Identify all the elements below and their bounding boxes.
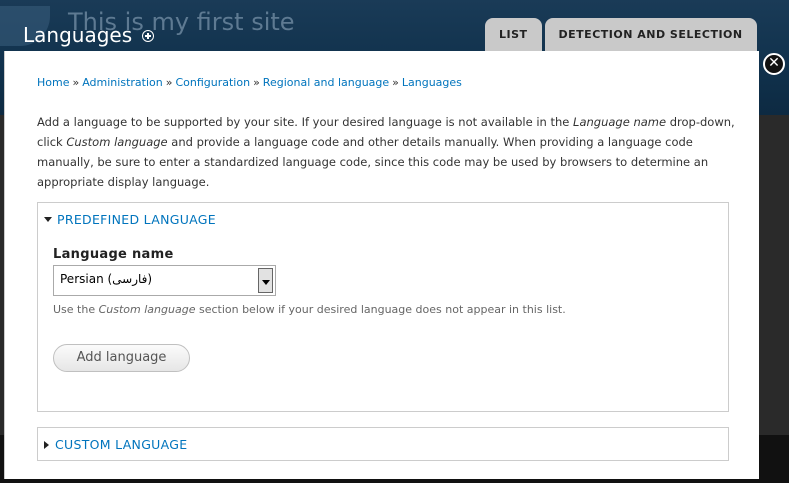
- help-text-emphasis: Custom language: [66, 135, 168, 149]
- add-shortcut-icon[interactable]: [142, 30, 155, 42]
- tab-list[interactable]: LIST: [485, 18, 542, 51]
- description-part: Use the: [53, 303, 99, 316]
- custom-language-toggle[interactable]: CUSTOM LANGUAGE: [44, 437, 187, 452]
- custom-language-legend: CUSTOM LANGUAGE: [55, 437, 188, 452]
- overlay-dialog: Home» Administration» Configuration» Region…: [4, 51, 759, 479]
- breadcrumb-home[interactable]: Home: [37, 76, 69, 89]
- predefined-language-toggle[interactable]: PREDEFINED LANGUAGE: [44, 212, 216, 227]
- breadcrumb-separator: »: [392, 76, 399, 89]
- breadcrumb-administration[interactable]: Administration: [82, 76, 163, 89]
- breadcrumb: Home» Administration» Configuration» Region…: [37, 76, 462, 89]
- page-title: Languages: [23, 23, 133, 47]
- breadcrumb-configuration[interactable]: Configuration: [175, 76, 250, 89]
- language-name-label: Language name: [53, 247, 174, 262]
- dropdown-arrow-icon[interactable]: [258, 268, 273, 293]
- breadcrumb-separator: »: [72, 76, 80, 89]
- description-part: section below if your desired language d…: [195, 303, 566, 316]
- description-emphasis: Custom language: [98, 303, 196, 316]
- language-name-selected-value: Persian (فارسی): [60, 272, 153, 286]
- close-overlay-button[interactable]: ✕: [763, 53, 785, 75]
- tab-detection-and-selection[interactable]: DETECTION AND SELECTION: [544, 18, 757, 51]
- overlay-title-bar: Languages: [0, 18, 155, 52]
- language-name-select[interactable]: Persian (فارسی): [53, 265, 276, 296]
- help-text: Add a language to be supported by your s…: [37, 112, 737, 192]
- collapse-arrow-icon: [44, 217, 52, 222]
- breadcrumb-languages[interactable]: Languages: [402, 76, 462, 89]
- secondary-tabs: LIST DETECTION AND SELECTION: [485, 18, 757, 51]
- breadcrumb-separator: »: [165, 76, 173, 89]
- breadcrumb-regional-and-language[interactable]: Regional and language: [263, 76, 389, 89]
- breadcrumb-separator: »: [253, 76, 260, 89]
- help-text-emphasis: Language name: [573, 115, 667, 129]
- language-name-description: Use the Custom language section below if…: [53, 303, 566, 316]
- add-language-button[interactable]: Add language: [53, 344, 190, 372]
- predefined-language-fieldset: PREDEFINED LANGUAGE Language name Persia…: [37, 202, 729, 412]
- predefined-language-legend: PREDEFINED LANGUAGE: [57, 212, 216, 227]
- help-text-part: Add a language to be supported by your s…: [37, 115, 574, 129]
- expand-arrow-icon: [44, 440, 49, 449]
- custom-language-fieldset: CUSTOM LANGUAGE: [37, 427, 729, 461]
